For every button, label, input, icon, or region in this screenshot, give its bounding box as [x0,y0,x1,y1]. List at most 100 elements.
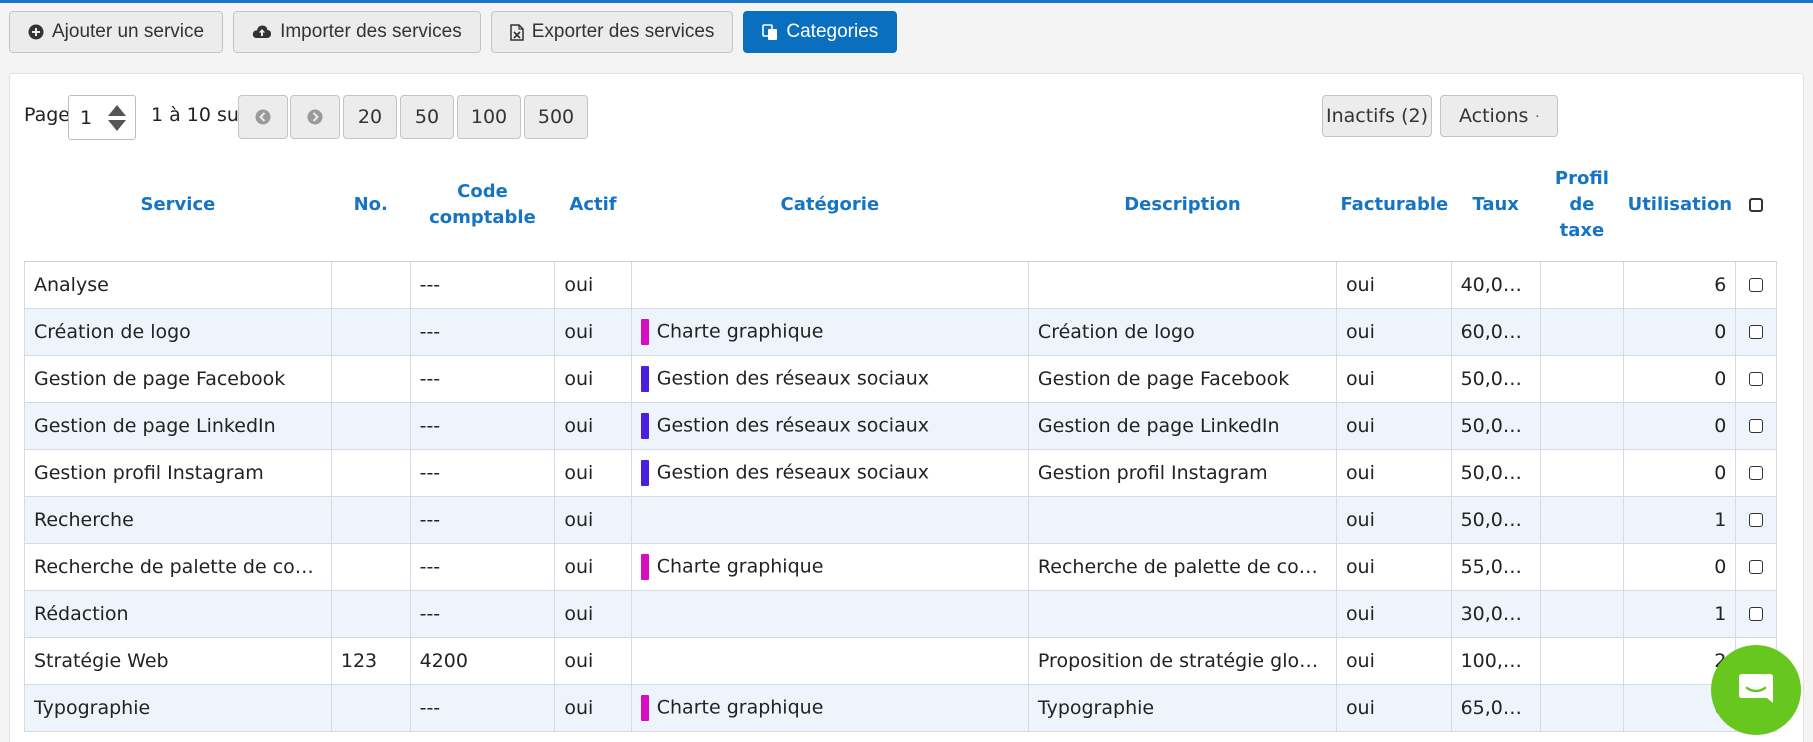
cell-active: oui [554,683,632,732]
cell-billable: oui [1335,307,1452,356]
next-page-button[interactable] [290,95,340,139]
cell-description [1027,260,1337,309]
cell-rate: 60,00 $ [1450,307,1541,356]
cell-select [1735,542,1777,591]
categories-button[interactable]: Categories [743,11,898,53]
cell-service: Typographie [24,683,332,732]
column-header-category[interactable]: Catégorie [631,149,1029,262]
row-checkbox[interactable] [1749,372,1764,386]
cell-category: Gestion des réseaux sociaux [630,401,1029,450]
table-row[interactable]: Création de logo --- oui Charte graphique Cr… [24,307,1777,356]
column-header-billable[interactable]: Facturable [1336,149,1452,262]
cell-accounting-code: --- [409,307,556,356]
column-header-service[interactable]: Service [24,149,332,262]
row-checkbox[interactable] [1749,607,1764,621]
row-checkbox[interactable] [1749,325,1764,339]
table-row[interactable]: Stratégie Web 123 4200 oui Proposition de st… [24,636,1777,685]
table-row[interactable]: Recherche --- oui oui 50,00 $1 [24,495,1777,544]
export-services-button[interactable]: Exporter des services [490,11,734,53]
cell-tax-profile [1539,401,1625,450]
row-checkbox[interactable] [1749,513,1764,527]
row-checkbox[interactable] [1749,466,1764,480]
cell-description [1027,589,1337,638]
select-all-checkbox[interactable] [1749,197,1764,212]
cell-service: Stratégie Web [24,636,332,685]
cell-tax-profile [1539,683,1625,732]
column-header-accounting-code[interactable]: Code comptable [410,149,555,262]
cell-select [1735,401,1777,450]
column-header-number[interactable]: No. [331,149,411,262]
spinner-arrows-icon[interactable] [107,103,127,133]
cell-billable: oui [1335,448,1452,497]
cell-select [1735,495,1777,544]
column-header-rate[interactable]: Taux [1451,149,1541,262]
table-row[interactable]: Recherche de palette de couleurs --- oui Ch… [24,542,1777,591]
plus-circle-icon [28,24,44,40]
category-color-swatch [640,553,649,580]
import-services-label: Importer des services [280,21,462,42]
category-color-swatch [640,694,649,721]
page-size-20-button[interactable]: 20 [343,95,397,139]
cell-accounting-code: --- [409,683,556,732]
page-size-50-button[interactable]: 50 [400,95,454,139]
cell-service: Analyse [24,260,332,309]
category-label: Charte graphique [656,696,824,718]
cell-number [330,354,411,403]
table-row[interactable]: Gestion profil Instagram --- oui Gestion de… [24,448,1777,497]
table-row[interactable]: Gestion de page LinkedIn --- oui Gestion de… [24,401,1777,450]
row-checkbox[interactable] [1749,419,1764,433]
category-color-swatch [640,412,649,439]
page-number-input[interactable]: 1 [68,95,136,140]
page-label: Page [24,104,70,126]
import-services-button[interactable]: Importer des services [233,11,481,53]
chat-icon [1739,674,1773,703]
category-label: Gestion des réseaux sociaux [656,461,930,483]
column-header-tax-profile[interactable]: Profil de taxe [1540,149,1624,262]
cell-description: Gestion de page Facebook [1027,354,1337,403]
cell-rate: 50,00 $ [1450,354,1541,403]
cell-description: Typographie [1027,683,1337,732]
cell-category [630,495,1029,544]
cell-rate: 40,00 $ [1450,260,1541,309]
cell-accounting-code: --- [409,260,556,309]
page-size-500-button[interactable]: 500 [524,95,588,139]
category-label: Gestion des réseaux sociaux [656,414,930,436]
column-header-active[interactable]: Actif [554,149,632,262]
add-service-button[interactable]: Ajouter un service [9,11,224,53]
cell-accounting-code: --- [409,495,556,544]
cell-category: Gestion des réseaux sociaux [630,448,1029,497]
page-size-100-button[interactable]: 100 [457,95,521,139]
cell-active: oui [554,448,632,497]
cell-description [1027,495,1337,544]
cell-description: Gestion profil Instagram [1027,448,1337,497]
cell-usage: 0 [1623,354,1737,403]
cell-active: oui [554,307,632,356]
table-row[interactable]: Gestion de page Facebook --- oui Gestion de… [24,354,1777,403]
copy-icon [762,23,778,40]
row-checkbox[interactable] [1749,560,1764,574]
page-number-value: 1 [80,106,93,129]
cell-rate: 100,00 $ [1450,636,1541,685]
prev-page-button[interactable] [238,95,288,139]
cell-accounting-code: --- [409,401,556,450]
category-label: Charte graphique [656,320,824,342]
cell-category: Charte graphique [630,307,1029,356]
cloud-upload-icon [252,25,272,38]
chat-launcher-button[interactable] [1711,645,1801,735]
cell-description: Proposition de stratégie globale ... [1027,636,1337,685]
cell-usage: 0 [1623,448,1737,497]
cell-active: oui [554,354,632,403]
cell-accounting-code: --- [409,354,556,403]
cell-number [330,307,411,356]
column-header-usage[interactable]: Utilisation [1623,149,1736,262]
cell-number [330,401,411,450]
cell-accounting-code: --- [409,589,556,638]
row-checkbox[interactable] [1749,278,1764,292]
column-header-description[interactable]: Description [1028,149,1337,262]
actions-dropdown-button[interactable]: Actions [1440,95,1558,137]
inactive-filter-button[interactable]: Inactifs (2) [1322,95,1432,137]
category-label: Charte graphique [656,555,824,577]
table-row[interactable]: Rédaction --- oui oui 30,00 $1 [24,589,1777,638]
table-row[interactable]: Typographie --- oui Charte graphique Typogra… [24,683,1777,732]
table-row[interactable]: Analyse --- oui oui 40,00 $6 [24,260,1777,309]
